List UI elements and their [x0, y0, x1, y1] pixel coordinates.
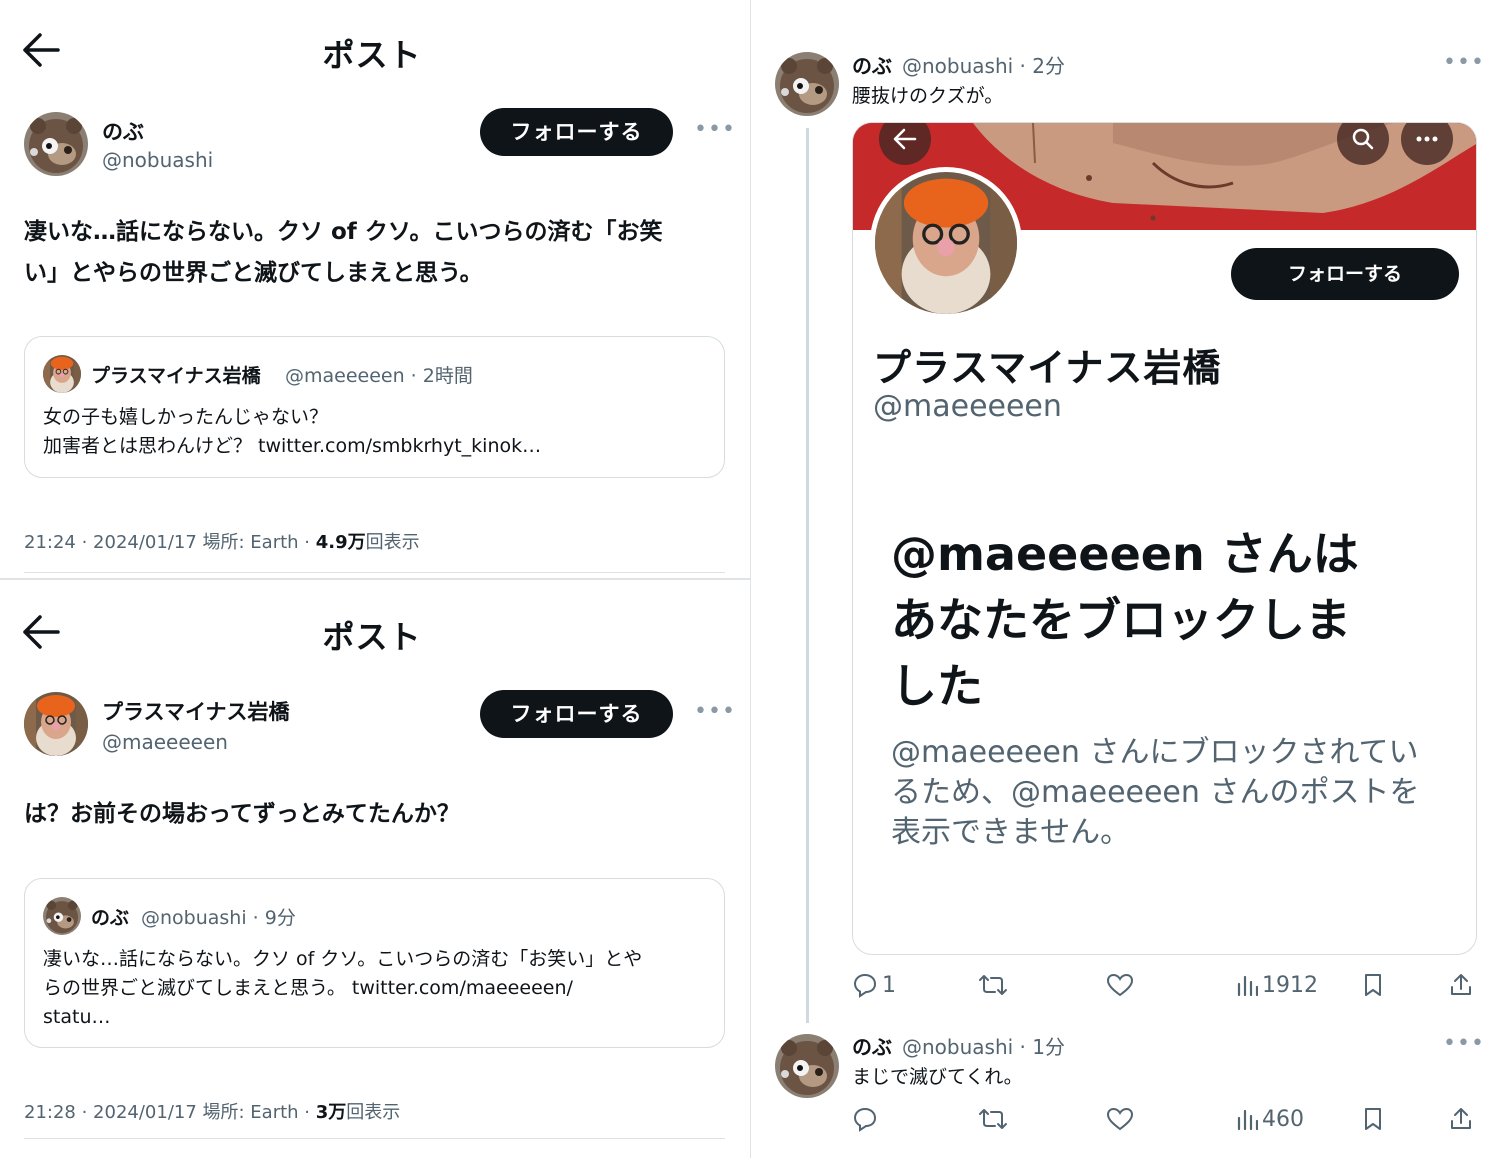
retweet-icon[interactable]: [978, 1104, 1008, 1134]
page-title: ポスト: [322, 618, 422, 656]
post-text: は？お前その場おってずっとみてたんか？: [24, 794, 724, 835]
quote-handle-time: @nobuashi · 9分: [141, 907, 296, 929]
like-icon[interactable]: [1106, 970, 1134, 1000]
quote-text: 凄いな…話にならない。クソ of クソ。こいつらの済む「お笑い」とや らの世界ご…: [43, 945, 703, 1032]
reply-count: 1: [882, 972, 896, 998]
quote-text-line: statu…: [43, 1006, 111, 1028]
post-text-line: い」とやらの世界ごと滅びてしまえと思う。: [24, 260, 483, 286]
bookmark-icon[interactable]: [1362, 1104, 1384, 1134]
blocked-body-line: 表示できません。: [891, 815, 1131, 850]
quote-card[interactable]: プラスマイナス岩橋 @maeeeeen · 2時間 女の子も嬉しかったんじゃない…: [24, 336, 725, 478]
page-title: ポスト: [322, 36, 422, 74]
view-label: 回表示: [346, 1102, 401, 1123]
follow-button[interactable]: フォローする: [1231, 248, 1459, 300]
post-detail-1: ポスト のぶ @nobuashi フォローする ••• 凄いな…話にならない。ク…: [0, 0, 750, 579]
quote-avatar: [43, 897, 81, 935]
reply-icon[interactable]: [852, 1104, 878, 1134]
views-icon: [1236, 1106, 1258, 1132]
author-handle[interactable]: @maeeeeen: [102, 730, 228, 754]
share-icon[interactable]: [1448, 1104, 1474, 1134]
retweet-icon[interactable]: [978, 970, 1008, 1000]
tweet-text: まじで滅びてくれ。: [852, 1066, 1023, 1088]
follow-button[interactable]: フォローする: [480, 108, 673, 156]
left-panel: ポスト のぶ @nobuashi フォローする ••• 凄いな…話にならない。ク…: [0, 0, 750, 1158]
avatar[interactable]: [775, 1034, 839, 1098]
author-handle[interactable]: @nobuashi: [102, 148, 213, 172]
tweet-handle-time[interactable]: @nobuashi · 1分: [902, 1031, 1065, 1060]
right-panel: のぶ @nobuashi · 2分 ••• 腰抜けのクズが。 フォローする プラ…: [751, 0, 1501, 1158]
tweet-text: 腰抜けのクズが。: [852, 85, 1004, 107]
bookmark-icon[interactable]: [1362, 970, 1384, 1000]
quote-avatar: [43, 355, 81, 393]
view-count: 460: [1262, 1106, 1304, 1132]
blocked-body: @maeeeeen さんにブロックされてい るため、@maeeeeen さんのポ…: [891, 733, 1451, 853]
divider: [24, 572, 725, 573]
tweet-actions: 460: [852, 1104, 1477, 1134]
reply-button[interactable]: 1: [852, 970, 896, 1000]
quote-text-line: らの世界ごと滅びてしまえと思う。 twitter.com/maeeeeen/: [43, 977, 573, 999]
post-detail-2: ポスト プラスマイナス岩橋 @maeeeeen フォローする ••• は？お前そ…: [0, 580, 750, 1158]
tweet-handle-time[interactable]: @nobuashi · 2分: [902, 50, 1065, 79]
quote-author-name: プラスマイナス岩橋: [91, 365, 261, 387]
view-count[interactable]: 3万: [316, 1102, 347, 1123]
blocked-title-line: @maeeeeen さんは: [891, 527, 1359, 581]
quote-text-line: 加害者とは思わんけど？ twitter.com/smbkrhyt_kinok…: [43, 435, 542, 457]
views-icon: [1236, 972, 1258, 998]
profile-name: プラスマイナス岩橋: [873, 346, 1222, 390]
view-count: 1912: [1262, 972, 1318, 998]
quote-handle-time: @maeeeeen · 2時間: [285, 365, 473, 387]
quote-author-name: のぶ: [91, 907, 130, 929]
views-button[interactable]: 460: [1236, 1104, 1304, 1134]
post-text-line: 凄いな…話にならない。クソ of クソ。こいつらの済む「お笑: [24, 219, 663, 245]
reply-icon: [852, 972, 878, 998]
thread-line: [806, 128, 809, 1023]
avatar[interactable]: [24, 692, 88, 756]
blocked-body-line: @maeeeeen さんにブロックされてい: [891, 735, 1419, 770]
quote-text-line: 女の子も嬉しかったんじゃない？: [43, 406, 329, 428]
more-icon[interactable]: •••: [1443, 1031, 1485, 1056]
tweet-author-name[interactable]: のぶ: [852, 50, 892, 79]
view-count[interactable]: 4.9万: [316, 532, 366, 553]
more-icon[interactable]: •••: [694, 700, 735, 724]
quote-text: 女の子も嬉しかったんじゃない？ 加害者とは思わんけど？ twitter.com/…: [43, 403, 703, 461]
post-meta: 21:28 · 2024/01/17 場所: Earth · 3万回表示: [24, 1098, 400, 1124]
avatar[interactable]: [24, 112, 88, 176]
author-name[interactable]: プラスマイナス岩橋: [102, 696, 290, 726]
tweet-actions: 1 1912: [852, 970, 1477, 1000]
more-icon[interactable]: •••: [694, 118, 735, 142]
blocked-body-line: るため、@maeeeeen さんのポストを: [891, 775, 1420, 810]
more-icon[interactable]: •••: [1443, 50, 1485, 75]
quote-card[interactable]: のぶ @nobuashi · 9分 凄いな…話にならない。クソ of クソ。こい…: [24, 878, 725, 1048]
blocked-title-line: した: [891, 659, 983, 713]
post-text: 凄いな…話にならない。クソ of クソ。こいつらの済む「お笑 い」とやらの世界ご…: [24, 212, 724, 294]
blocked-title-line: あなたをブロックしま: [891, 593, 1351, 647]
view-label: 回表示: [365, 532, 420, 553]
profile-avatar[interactable]: [870, 167, 1022, 319]
author-name[interactable]: のぶ: [102, 116, 144, 146]
quote-text-line: 凄いな…話にならない。クソ of クソ。こいつらの済む「お笑い」とや: [43, 948, 643, 970]
meta-timestamp: 21:28 · 2024/01/17 場所: Earth ·: [24, 1102, 316, 1123]
profile-handle: @maeeeeen: [873, 389, 1062, 424]
share-icon[interactable]: [1448, 970, 1474, 1000]
views-button[interactable]: 1912: [1236, 970, 1318, 1000]
follow-button[interactable]: フォローする: [480, 690, 673, 738]
meta-timestamp: 21:24 · 2024/01/17 場所: Earth ·: [24, 532, 316, 553]
divider: [24, 1138, 725, 1139]
blocked-title: @maeeeeen さんは あなたをブロックしま した: [891, 521, 1451, 719]
post-meta: 21:24 · 2024/01/17 場所: Earth · 4.9万回表示: [24, 528, 420, 554]
avatar[interactable]: [775, 52, 839, 116]
like-icon[interactable]: [1106, 1104, 1134, 1134]
tweet-author-name[interactable]: のぶ: [852, 1031, 892, 1060]
embedded-screenshot[interactable]: フォローする プラスマイナス岩橋 @maeeeeen @maeeeeen さんは…: [852, 122, 1477, 955]
post-text-line: は？お前その場おってずっとみてたんか？: [24, 801, 460, 827]
